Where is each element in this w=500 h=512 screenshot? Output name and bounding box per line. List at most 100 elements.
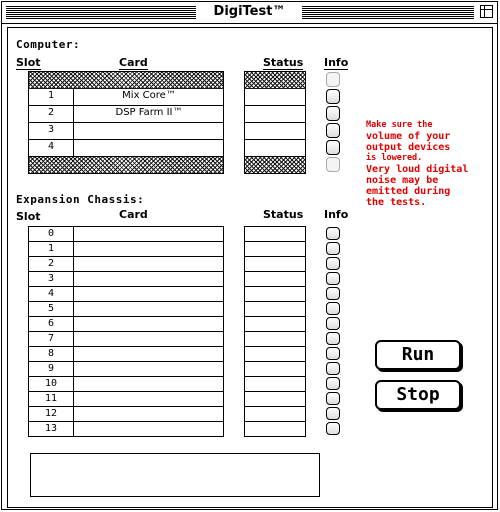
computer-row: 2 DSP Farm II™: [29, 106, 223, 123]
warning-line: the tests.: [366, 197, 427, 208]
computer-card-header: Card: [119, 56, 148, 70]
expansion-info-button[interactable]: [326, 272, 340, 285]
expansion-info-button[interactable]: [326, 392, 340, 405]
expansion-status-column: [244, 226, 306, 437]
expansion-slot-cell: 12: [29, 407, 74, 421]
expansion-status-cell: [245, 302, 305, 317]
expansion-slot-cell: 2: [29, 257, 74, 271]
expansion-card-cell: [75, 332, 223, 346]
expansion-card-cell: [75, 422, 223, 436]
expansion-status-cell: [245, 422, 305, 437]
computer-info-button[interactable]: [326, 123, 340, 138]
expansion-info-button[interactable]: [326, 257, 340, 270]
expansion-status-cell: [245, 287, 305, 302]
warning-line: emitted during: [366, 186, 451, 197]
warning-line: volume of your: [366, 131, 451, 142]
expansion-slot-cell: 8: [29, 347, 74, 361]
message-box: [30, 453, 320, 497]
expansion-card-cell: [75, 227, 223, 241]
expansion-slot-header: Slot: [16, 210, 41, 223]
computer-row: 1 Mix Core™: [29, 89, 223, 106]
title-bar[interactable]: DigiTest™: [2, 2, 497, 24]
expansion-status-cell: [245, 332, 305, 347]
expansion-row: 1: [29, 242, 223, 257]
expansion-row: 0: [29, 227, 223, 242]
expansion-status-cell: [245, 257, 305, 272]
computer-info-header: Info: [324, 56, 349, 70]
expansion-heading: Expansion Chassis:: [16, 193, 145, 206]
computer-status-header: Status: [263, 56, 304, 70]
computer-slot-cell: 4: [29, 140, 74, 156]
computer-status-cell: [245, 157, 305, 174]
expansion-status-cell: [245, 407, 305, 422]
computer-slot-cell: 2: [29, 106, 74, 122]
expansion-info-button[interactable]: [326, 377, 340, 390]
computer-status-cell: [245, 106, 305, 123]
expansion-slot-cell: 0: [29, 227, 74, 241]
computer-info-button: [326, 72, 340, 87]
expansion-row: 2: [29, 257, 223, 272]
expansion-row: 11: [29, 392, 223, 407]
expansion-row: 4: [29, 287, 223, 302]
expansion-slot-cell: 5: [29, 302, 74, 316]
computer-card-cell: [75, 140, 223, 156]
stop-button[interactable]: Stop: [375, 380, 461, 410]
computer-info-button[interactable]: [326, 89, 340, 104]
expansion-card-cell: [75, 392, 223, 406]
expansion-row: 5: [29, 302, 223, 317]
expansion-info-button[interactable]: [326, 302, 340, 315]
computer-row: [29, 157, 223, 174]
expansion-status-cell: [245, 317, 305, 332]
expansion-row: 10: [29, 377, 223, 392]
expansion-info-button[interactable]: [326, 347, 340, 360]
expansion-row: 8: [29, 347, 223, 362]
expansion-card-cell: [75, 362, 223, 376]
expansion-slot-cell: 4: [29, 287, 74, 301]
expansion-info-button[interactable]: [326, 422, 340, 435]
expansion-slot-cell: 10: [29, 377, 74, 391]
computer-info-button[interactable]: [326, 140, 340, 155]
expansion-row: 13: [29, 422, 223, 437]
expansion-card-cell: [75, 287, 223, 301]
computer-card-cell: [75, 123, 223, 139]
expansion-card-cell: [75, 407, 223, 421]
computer-status-cell: [245, 72, 305, 89]
expansion-info-button[interactable]: [326, 407, 340, 420]
expansion-card-cell: [75, 242, 223, 256]
expansion-card-cell: [75, 347, 223, 361]
expansion-card-table: 0 1 2 3 4 5 6 7 8 9 10 11 12 13: [28, 226, 224, 437]
expansion-row: 6: [29, 317, 223, 332]
expansion-status-cell: [245, 362, 305, 377]
expansion-status-cell: [245, 227, 305, 242]
expansion-slot-cell: 13: [29, 422, 74, 436]
expansion-card-cell: [75, 302, 223, 316]
main-panel: Computer: Slot Card Status Info 1 Mix Cor…: [7, 27, 493, 508]
expansion-slot-cell: 7: [29, 332, 74, 346]
expansion-card-cell: [75, 257, 223, 271]
computer-heading: Computer:: [16, 38, 81, 51]
zoom-box-icon[interactable]: [480, 5, 493, 18]
run-button[interactable]: Run: [375, 340, 461, 370]
expansion-slot-cell: 9: [29, 362, 74, 376]
warning-line: noise may be: [366, 175, 439, 186]
digitest-window: DigiTest™ Computer: Slot Card Status Inf…: [1, 1, 498, 510]
expansion-row: 3: [29, 272, 223, 287]
expansion-info-button[interactable]: [326, 242, 340, 255]
computer-row: [29, 72, 223, 89]
expansion-status-cell: [245, 272, 305, 287]
expansion-info-header: Info: [324, 208, 349, 221]
computer-info-button[interactable]: [326, 106, 340, 121]
expansion-info-button[interactable]: [326, 317, 340, 330]
expansion-info-button[interactable]: [326, 227, 340, 240]
expansion-info-button[interactable]: [326, 287, 340, 300]
expansion-slot-cell: 11: [29, 392, 74, 406]
expansion-slot-cell: 6: [29, 317, 74, 331]
warning-line: Make sure the: [366, 120, 433, 130]
expansion-info-button[interactable]: [326, 332, 340, 345]
expansion-info-button[interactable]: [326, 362, 340, 375]
computer-slot-header: Slot: [16, 56, 41, 70]
expansion-card-cell: [75, 272, 223, 286]
expansion-status-header: Status: [263, 208, 304, 221]
computer-row: 4: [29, 140, 223, 157]
computer-status-cell: [245, 89, 305, 106]
